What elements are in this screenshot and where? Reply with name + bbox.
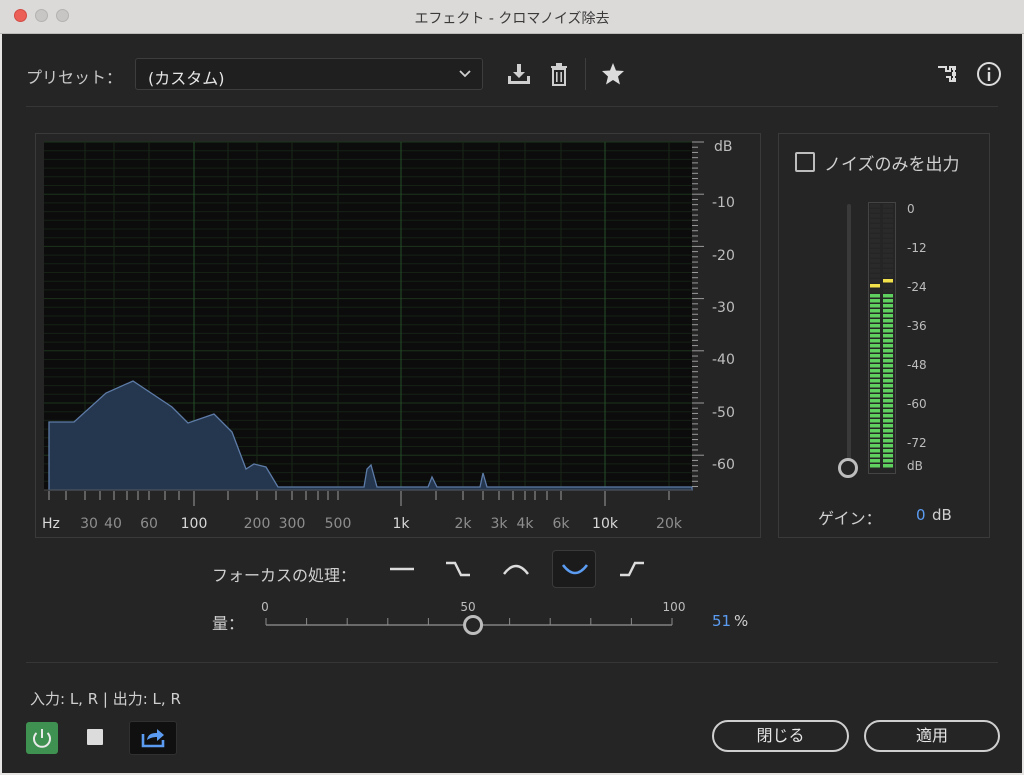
frequency-axis-unit: Hz bbox=[42, 516, 60, 532]
freq-label: 500 bbox=[324, 516, 352, 532]
db-tick-label: -20 bbox=[712, 248, 735, 264]
meter-label: -60 bbox=[907, 397, 927, 411]
window-titlebar: エフェクト - クロマノイズ除去 bbox=[0, 0, 1024, 34]
focus-low-shelf-button[interactable] bbox=[610, 550, 654, 588]
meter-unit-label: dB bbox=[907, 459, 923, 473]
apply-to-output-button[interactable] bbox=[129, 721, 177, 755]
focus-notch-button[interactable] bbox=[552, 550, 596, 588]
gain-unit: dB bbox=[932, 506, 952, 524]
noise-only-checkbox[interactable] bbox=[795, 152, 815, 172]
preset-value: (カスタム) bbox=[148, 69, 225, 88]
notch-curve-icon bbox=[561, 564, 589, 575]
freq-label: 40 bbox=[104, 516, 122, 532]
export-icon bbox=[141, 729, 165, 748]
favorite-button[interactable] bbox=[599, 60, 627, 88]
gain-slider-track[interactable] bbox=[847, 204, 851, 466]
focus-label: フォーカスの処理： bbox=[212, 566, 357, 585]
meter-label: -36 bbox=[907, 319, 927, 333]
freq-label: 6k bbox=[552, 516, 570, 532]
spectrum-graph-panel[interactable]: dB -10 -20 -30 -40 -50 -60 Hz 30 40 60 1… bbox=[35, 133, 761, 538]
db-tick-label: -30 bbox=[712, 300, 735, 316]
gain-label: ゲイン： bbox=[818, 509, 882, 528]
level-meter bbox=[868, 202, 896, 474]
spectrum-graph[interactable] bbox=[36, 134, 760, 537]
db-tick-label: -60 bbox=[712, 457, 735, 473]
meter-label: 0 bbox=[907, 202, 915, 216]
freq-label: 20k bbox=[656, 516, 682, 532]
star-icon bbox=[602, 63, 624, 85]
meter-label: -48 bbox=[907, 358, 927, 372]
save-preset-icon bbox=[508, 64, 530, 84]
high-shelf-down-icon bbox=[446, 561, 470, 577]
footer-divider bbox=[26, 662, 998, 663]
meter-label: -72 bbox=[907, 436, 927, 450]
io-channels-label: 入力: L, R | 出力: L, R bbox=[30, 690, 181, 708]
meter-label: -12 bbox=[907, 241, 927, 255]
amount-unit: % bbox=[734, 612, 749, 630]
freq-label: 2k bbox=[454, 516, 472, 532]
power-toggle-button[interactable] bbox=[26, 722, 58, 754]
focus-flat-button[interactable] bbox=[380, 550, 424, 588]
freq-label: 100 bbox=[180, 516, 208, 532]
freq-label: 60 bbox=[140, 516, 158, 532]
db-tick-label: -10 bbox=[712, 195, 735, 211]
low-shelf-up-icon bbox=[620, 561, 644, 577]
freq-label: 300 bbox=[278, 516, 306, 532]
noise-only-label: ノイズのみを出力 bbox=[824, 155, 960, 175]
db-tick-label: -40 bbox=[712, 352, 735, 368]
save-preset-button[interactable] bbox=[505, 60, 533, 88]
amount-slider-handle[interactable] bbox=[463, 615, 484, 635]
apply-button[interactable]: 適用 bbox=[864, 720, 1000, 752]
stop-button[interactable] bbox=[87, 729, 103, 745]
delete-preset-icon bbox=[551, 63, 567, 86]
flat-curve-icon bbox=[390, 567, 414, 571]
freq-label: 1k bbox=[392, 516, 410, 532]
window-title: エフェクト - クロマノイズ除去 bbox=[414, 11, 610, 27]
freq-label: 4k bbox=[516, 516, 534, 532]
frequency-axis-ticks bbox=[48, 491, 670, 506]
preset-label: プリセット： bbox=[26, 68, 123, 87]
toolbar-divider bbox=[585, 58, 586, 90]
focus-high-shelf-button[interactable] bbox=[436, 550, 480, 588]
close-button[interactable]: 閉じる bbox=[712, 720, 849, 752]
focus-peak-button[interactable] bbox=[494, 550, 538, 588]
gain-slider-handle[interactable] bbox=[838, 458, 858, 478]
meter-label: -24 bbox=[907, 280, 927, 294]
delete-preset-button[interactable] bbox=[545, 60, 573, 88]
amount-slider[interactable] bbox=[258, 612, 682, 636]
gain-value[interactable]: 0 bbox=[916, 506, 926, 524]
freq-label: 10k bbox=[592, 516, 618, 532]
amount-value[interactable]: 51 bbox=[712, 612, 731, 630]
routing-icon bbox=[938, 66, 956, 82]
preset-dropdown[interactable]: (カスタム) bbox=[135, 58, 483, 90]
peak-curve-icon bbox=[503, 564, 529, 575]
info-icon bbox=[977, 62, 1001, 86]
freq-label: 200 bbox=[243, 516, 271, 532]
effect-dialog: プリセット： (カスタム) dB -10 -20 -30 -40 -50 -60… bbox=[2, 34, 1022, 773]
db-axis-ticks bbox=[692, 141, 704, 488]
db-axis-unit: dB bbox=[714, 139, 733, 155]
db-tick-label: -50 bbox=[712, 405, 735, 421]
chevron-down-icon bbox=[459, 70, 471, 78]
info-button[interactable] bbox=[975, 60, 1003, 88]
freq-label: 30 bbox=[80, 516, 98, 532]
power-icon bbox=[33, 729, 51, 748]
amount-label: 量： bbox=[212, 614, 245, 633]
header-divider bbox=[26, 106, 998, 107]
freq-label: 3k bbox=[490, 516, 508, 532]
routing-button[interactable] bbox=[934, 60, 962, 88]
